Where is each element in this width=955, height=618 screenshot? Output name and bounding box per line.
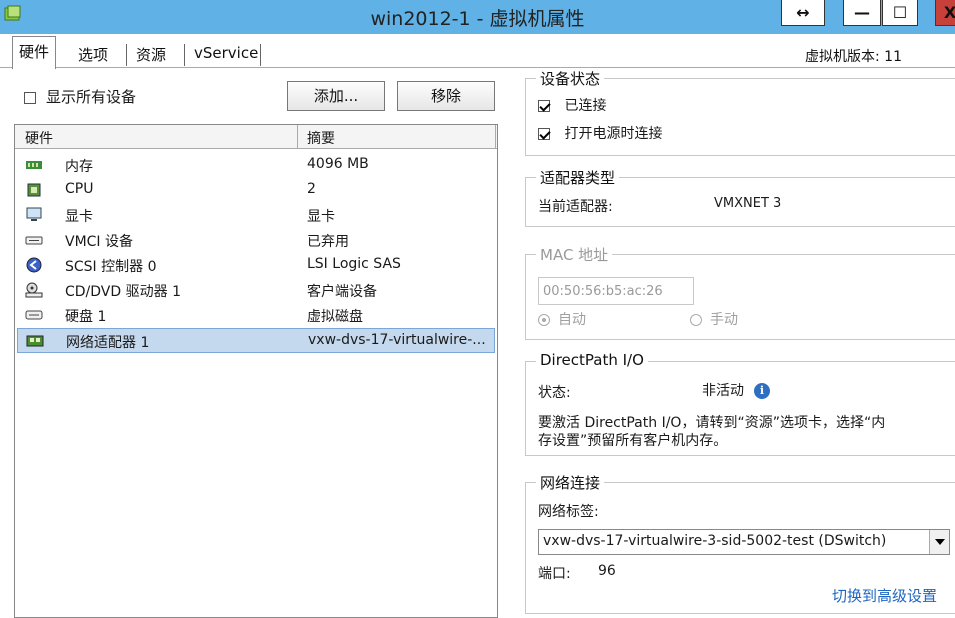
hardware-row-name: CPU [65, 181, 94, 197]
column-divider [297, 125, 298, 149]
directpath-note-line2: 存设置”预留所有客户机内存。 [538, 433, 728, 449]
network-connection-group: 网络连接 网络标签: vxw-dvs-17-virtualwire-3-sid-… [525, 472, 955, 614]
directpath-status: 非活动 i [702, 380, 770, 400]
hardware-row-summary: 显卡 [307, 209, 335, 225]
mac-manual-label: 手动 [710, 312, 738, 328]
directpath-group: DirectPath I/O 状态: 非活动 i 要激活 DirectPath I… [525, 351, 955, 456]
mac-address-group: MAC 地址 自动 手动 [525, 244, 955, 340]
vm-version: 虚拟机版本: 11 [805, 49, 902, 65]
network-adapter-icon [26, 335, 44, 347]
cdrom-icon [25, 282, 43, 298]
advanced-settings-link[interactable]: 切换到高级设置 [832, 585, 937, 606]
hardware-row-summary: vxw-dvs-17-virtualwire-... [308, 332, 486, 348]
directpath-note-line1: 要激活 DirectPath I/O，请转到“资源”选项卡，选择“内 [538, 415, 886, 431]
hardware-row-summary: LSI Logic SAS [307, 256, 401, 272]
hardware-row-name: VMCI 设备 [65, 234, 134, 250]
column-divider [495, 125, 496, 149]
connect-at-power-on-label: 打开电源时连接 [564, 126, 663, 142]
hardware-row-cdrom[interactable]: CD/DVD 驱动器 1 客户端设备 [17, 278, 495, 303]
connected-checkbox[interactable] [538, 100, 550, 112]
hardware-row-summary: 客户端设备 [307, 284, 377, 300]
memory-icon [26, 161, 42, 169]
current-adapter-value: VMXNET 3 [714, 196, 782, 211]
cpu-icon [27, 183, 41, 197]
device-status-group: 设备状态 已连接 打开电源时连接 [525, 68, 955, 156]
hardware-row-name: SCSI 控制器 0 [65, 259, 157, 275]
mac-auto-label: 自动 [558, 312, 586, 328]
connected-option[interactable]: 已连接 [538, 95, 606, 115]
mac-auto-radio[interactable] [538, 314, 550, 326]
minimize-button[interactable]: — [843, 0, 881, 26]
hardware-row-summary: 已弃用 [307, 234, 349, 250]
close-button[interactable]: X [935, 0, 955, 26]
mac-address-input[interactable] [538, 277, 694, 305]
hardware-row-memory[interactable]: 内存 4096 MB [17, 153, 495, 178]
add-button[interactable]: 添加... [287, 81, 385, 111]
connected-label: 已连接 [564, 98, 607, 114]
hardware-row-cpu[interactable]: CPU 2 [17, 178, 495, 203]
hardware-row-harddisk[interactable]: 硬盘 1 虚拟磁盘 [17, 303, 495, 328]
hardware-row-network-adapter[interactable]: 网络适配器 1 vxw-dvs-17-virtualwire-... [17, 328, 495, 353]
tab-bar: 硬件 选项 资源 vService 虚拟机版本: 11 [0, 34, 955, 69]
hardware-row-name: CD/DVD 驱动器 1 [65, 284, 181, 300]
tab-options[interactable]: 选项 [72, 40, 114, 68]
network-label-value: vxw-dvs-17-virtualwire-3-sid-5002-test (… [543, 533, 887, 549]
title-bar: win2012-1 - 虚拟机属性 ↔ — ☐ X [0, 0, 955, 34]
tab-separator [260, 44, 261, 66]
directpath-title: DirectPath I/O [536, 351, 648, 369]
network-connection-title: 网络连接 [536, 472, 605, 493]
directpath-status-value: 非活动 [702, 383, 744, 399]
column-hardware[interactable]: 硬件 [25, 128, 53, 148]
chevron-down-icon[interactable] [929, 530, 949, 554]
hardware-row-name: 网络适配器 1 [66, 335, 150, 351]
info-icon[interactable]: i [754, 383, 770, 399]
hardware-row-scsi[interactable]: SCSI 控制器 0 LSI Logic SAS [17, 253, 495, 278]
hardware-row-summary: 虚拟磁盘 [307, 309, 363, 325]
current-adapter-label: 当前适配器: [538, 199, 613, 215]
remove-button[interactable]: 移除 [397, 81, 495, 111]
adapter-type-title: 适配器类型 [536, 167, 620, 188]
maximize-button[interactable]: ☐ [882, 0, 918, 26]
connect-at-power-on-checkbox[interactable] [538, 128, 550, 140]
hardware-row-summary: 4096 MB [307, 156, 369, 172]
hardware-row-summary: 2 [307, 181, 316, 197]
mac-manual-option[interactable]: 手动 [690, 309, 738, 329]
tab-vservice[interactable]: vService [188, 40, 264, 68]
network-label-select[interactable]: vxw-dvs-17-virtualwire-3-sid-5002-test (… [538, 529, 950, 555]
column-summary[interactable]: 摘要 [307, 128, 335, 148]
device-status-title: 设备状态 [536, 68, 605, 89]
hardware-row-name: 显卡 [65, 209, 93, 225]
monitor-icon [26, 207, 42, 221]
mac-manual-radio[interactable] [690, 314, 702, 326]
hardware-list-header: 硬件 摘要 [15, 125, 497, 149]
tab-resources[interactable]: 资源 [130, 40, 172, 68]
vmci-icon [25, 236, 43, 245]
tab-hardware[interactable]: 硬件 [12, 36, 57, 69]
connect-at-power-on-option[interactable]: 打开电源时连接 [538, 123, 662, 143]
port-value: 96 [598, 563, 616, 579]
show-all-checkbox[interactable] [24, 91, 36, 104]
network-label-caption: 网络标签: [538, 504, 599, 520]
mac-address-title: MAC 地址 [536, 244, 613, 265]
hardware-row-name: 内存 [65, 159, 93, 175]
tab-separator [184, 44, 185, 66]
directpath-status-label: 状态: [538, 385, 571, 401]
hardware-row-vmci[interactable]: VMCI 设备 已弃用 [17, 228, 495, 253]
show-all-devices[interactable]: 显示所有设备 [24, 86, 136, 107]
resize-button[interactable]: ↔ [781, 0, 825, 26]
harddisk-icon [25, 310, 43, 320]
scsi-icon [26, 257, 42, 273]
mac-auto-option[interactable]: 自动 [538, 309, 586, 329]
show-all-label: 显示所有设备 [46, 88, 137, 106]
port-label: 端口: [538, 566, 571, 582]
adapter-type-group: 适配器类型 当前适配器: VMXNET 3 [525, 167, 955, 227]
hardware-row-name: 硬盘 1 [65, 309, 107, 325]
hardware-row-video[interactable]: 显卡 显卡 [17, 203, 495, 228]
hardware-list: 硬件 摘要 内存 4096 MB CPU 2 显卡 显卡 VMCI 设备 已弃用… [14, 124, 498, 618]
tab-separator [126, 44, 127, 66]
